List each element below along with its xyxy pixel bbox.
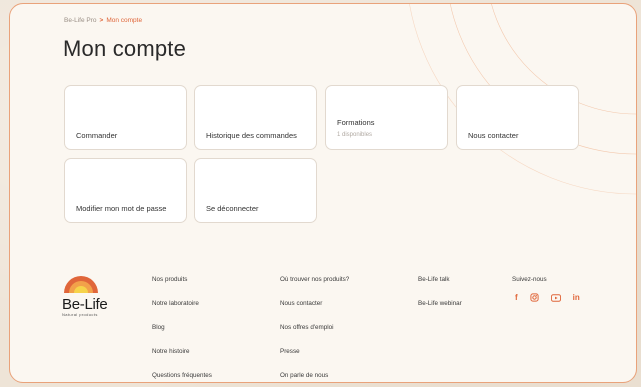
footer-column-2: Où trouver nos produits? Nous contacter … <box>280 276 349 380</box>
tile-logout[interactable]: Se déconnecter <box>194 158 317 223</box>
tile-label: Modifier mon mot de passe <box>76 204 167 213</box>
tile-order-history[interactable]: Historique des commandes <box>194 85 317 150</box>
instagram-icon[interactable] <box>530 293 539 302</box>
footer-link[interactable]: Blog <box>152 324 212 332</box>
tile-commander[interactable]: Commander <box>64 85 187 150</box>
footer-link[interactable]: On parle de nous <box>280 372 349 380</box>
footer-link[interactable]: Notre laboratoire <box>152 300 212 308</box>
facebook-icon[interactable]: f <box>515 293 518 302</box>
footer-link[interactable]: Notre histoire <box>152 348 212 356</box>
tile-label: Nous contacter <box>468 131 519 140</box>
footer-link[interactable]: Be-Life webinar <box>418 300 462 308</box>
footer-link[interactable]: Nous contacter <box>280 300 349 308</box>
follow-us-title: Suivez-nous <box>512 276 547 283</box>
social-links: f in <box>515 293 580 302</box>
tile-formations[interactable]: Formations 1 disponibles <box>325 85 448 150</box>
logo-tagline: Natural products <box>62 312 98 317</box>
logo-name: Be-Life <box>62 296 108 313</box>
youtube-icon[interactable] <box>550 293 561 302</box>
tile-label: Formations <box>337 118 375 127</box>
footer-link[interactable]: Be-Life talk <box>418 276 462 284</box>
breadcrumb-separator: > <box>99 17 104 24</box>
breadcrumb-current: Mon compte <box>106 17 143 24</box>
tile-label: Historique des commandes <box>206 131 297 140</box>
footer-link[interactable]: Questions fréquentes <box>152 372 212 380</box>
footer-link[interactable]: Où trouver nos produits? <box>280 276 349 284</box>
footer-column-3: Be-Life talk Be-Life webinar <box>418 276 462 308</box>
be-life-logo[interactable]: Be-Life Natural products <box>62 271 122 317</box>
footer-link[interactable]: Nos offres d'emploi <box>280 324 349 332</box>
page-title: Mon compte <box>63 36 187 61</box>
footer-link[interactable]: Presse <box>280 348 349 356</box>
breadcrumb: Be-Life Pro > Mon compte <box>64 17 142 24</box>
tile-change-password[interactable]: Modifier mon mot de passe <box>64 158 187 223</box>
tile-contact[interactable]: Nous contacter <box>456 85 579 150</box>
footer-column-1: Nos produits Notre laboratoire Blog Notr… <box>152 276 212 380</box>
linkedin-icon[interactable]: in <box>573 293 580 302</box>
footer-link[interactable]: Nos produits <box>152 276 212 284</box>
tile-label: Commander <box>76 131 118 140</box>
sun-logo-icon <box>64 276 98 293</box>
tile-label: Se déconnecter <box>206 204 259 213</box>
tile-sublabel: 1 disponibles <box>337 132 373 138</box>
breadcrumb-home[interactable]: Be-Life Pro <box>64 17 97 24</box>
account-panel: Be-Life Pro > Mon compte Mon compte Comm… <box>9 3 637 383</box>
